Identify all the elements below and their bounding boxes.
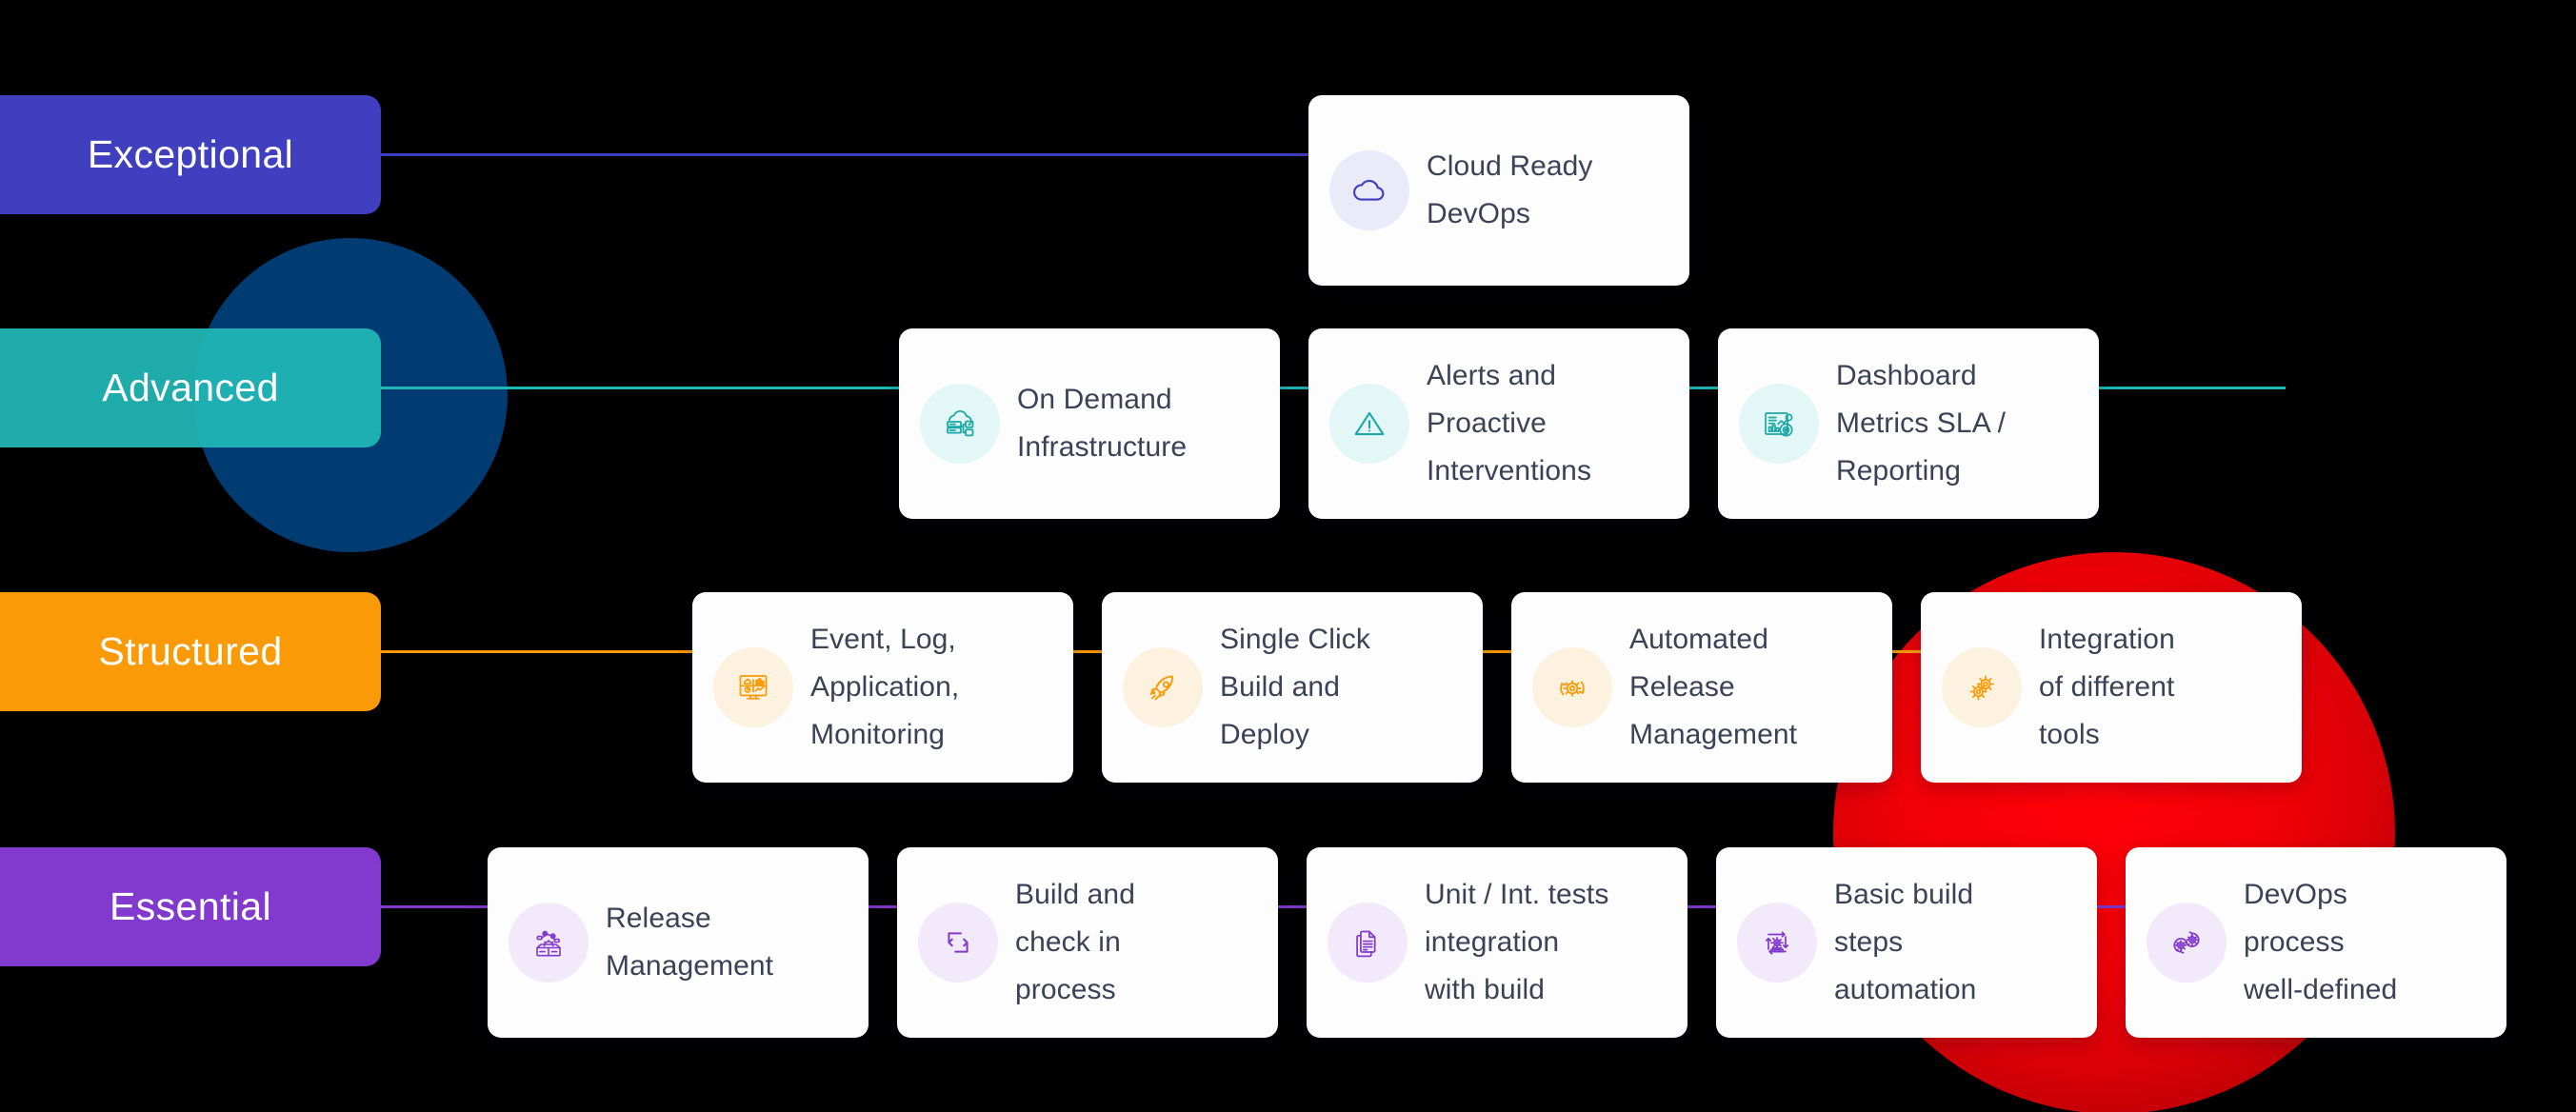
row-advanced: Advanced On Demand Infrastructure Alerts… [0, 328, 2576, 519]
card-label: Event, Log, Application, Monitoring [810, 624, 960, 750]
card-release-management[interactable]: Release Management [488, 847, 869, 1038]
card-unit-int-tests-integration-with-build[interactable]: Unit / Int. tests integration with build [1307, 847, 1687, 1038]
card-basic-build-steps-automation[interactable]: Basic build steps automation [1716, 847, 2097, 1038]
card-label: Unit / Int. tests integration with build [1425, 879, 1609, 1005]
exchange-arrows-icon [918, 903, 998, 983]
row-structured: Structured Event, Log, Application, Moni… [0, 592, 2576, 783]
cloud-server-icon [920, 384, 1000, 464]
card-event-log-application-monitoring[interactable]: Event, Log, Application, Monitoring [692, 592, 1073, 783]
card-label: Basic build steps automation [1834, 879, 1977, 1005]
card-label: Single Click Build and Deploy [1220, 624, 1370, 750]
card-list-exceptional: Cloud Ready DevOps [1308, 95, 1689, 286]
stage-label-essential[interactable]: Essential [0, 847, 381, 966]
stage-label-text: Exceptional [87, 132, 294, 176]
monitor-analytics-icon [713, 647, 793, 727]
row-exceptional: Exceptional Cloud Ready DevOps [0, 95, 2576, 286]
card-label: Build and check in process [1015, 879, 1135, 1005]
workflow-gear-icon [1737, 903, 1817, 983]
card-label: DevOps process well-defined [2244, 879, 2398, 1005]
card-label: Dashboard Metrics SLA / Reporting [1836, 360, 2007, 486]
card-on-demand-infrastructure[interactable]: On Demand Infrastructure [899, 328, 1280, 519]
card-list-essential: Release Management Build and check in pr… [488, 847, 2506, 1038]
card-single-click-build-and-deploy[interactable]: Single Click Build and Deploy [1102, 592, 1483, 783]
card-devops-process-well-defined[interactable]: DevOps process well-defined [2126, 847, 2506, 1038]
connector-rail-exceptional [381, 153, 1329, 156]
row-essential: Essential Release Management Build and c… [0, 847, 2576, 1038]
card-integration-of-different-tools[interactable]: Integration of different tools [1921, 592, 2302, 783]
devops-maturity-diagram: Exceptional Cloud Ready DevOps Advanced [0, 0, 2576, 1112]
devops-infinity-icon [2147, 903, 2227, 983]
card-dashboard-metrics-sla-reporting[interactable]: Dashboard Metrics SLA / Reporting [1718, 328, 2099, 519]
stage-label-structured[interactable]: Structured [0, 592, 381, 711]
stage-label-advanced[interactable]: Advanced [0, 328, 381, 447]
card-cloud-ready-devops[interactable]: Cloud Ready DevOps [1308, 95, 1689, 286]
card-label: Integration of different tools [2039, 624, 2175, 750]
stage-label-text: Structured [98, 629, 283, 673]
card-label: On Demand Infrastructure [1017, 384, 1188, 463]
release-package-icon [509, 903, 589, 983]
card-list-structured: Event, Log, Application, Monitoring Sing… [692, 592, 2302, 783]
stage-label-exceptional[interactable]: Exceptional [0, 95, 381, 214]
cloud-icon [1329, 150, 1409, 230]
card-automated-release-management[interactable]: Automated Release Management [1511, 592, 1892, 783]
stage-label-text: Essential [110, 884, 271, 928]
dashboard-chart-icon [1739, 384, 1819, 464]
card-label: Cloud Ready DevOps [1427, 150, 1593, 229]
rocket-icon [1123, 647, 1203, 727]
card-label: Alerts and Proactive Interventions [1427, 360, 1592, 486]
card-label: Release Management [606, 903, 774, 982]
card-build-and-check-in-process[interactable]: Build and check in process [897, 847, 1278, 1038]
double-gear-icon [1942, 647, 2022, 727]
card-label: Automated Release Management [1629, 624, 1798, 750]
gear-refresh-icon [1532, 647, 1612, 727]
alert-triangle-icon [1329, 384, 1409, 464]
card-list-advanced: On Demand Infrastructure Alerts and Proa… [899, 328, 2099, 519]
stage-label-text: Advanced [102, 366, 279, 409]
documents-icon [1328, 903, 1408, 983]
card-alerts-proactive-interventions[interactable]: Alerts and Proactive Interventions [1308, 328, 1689, 519]
